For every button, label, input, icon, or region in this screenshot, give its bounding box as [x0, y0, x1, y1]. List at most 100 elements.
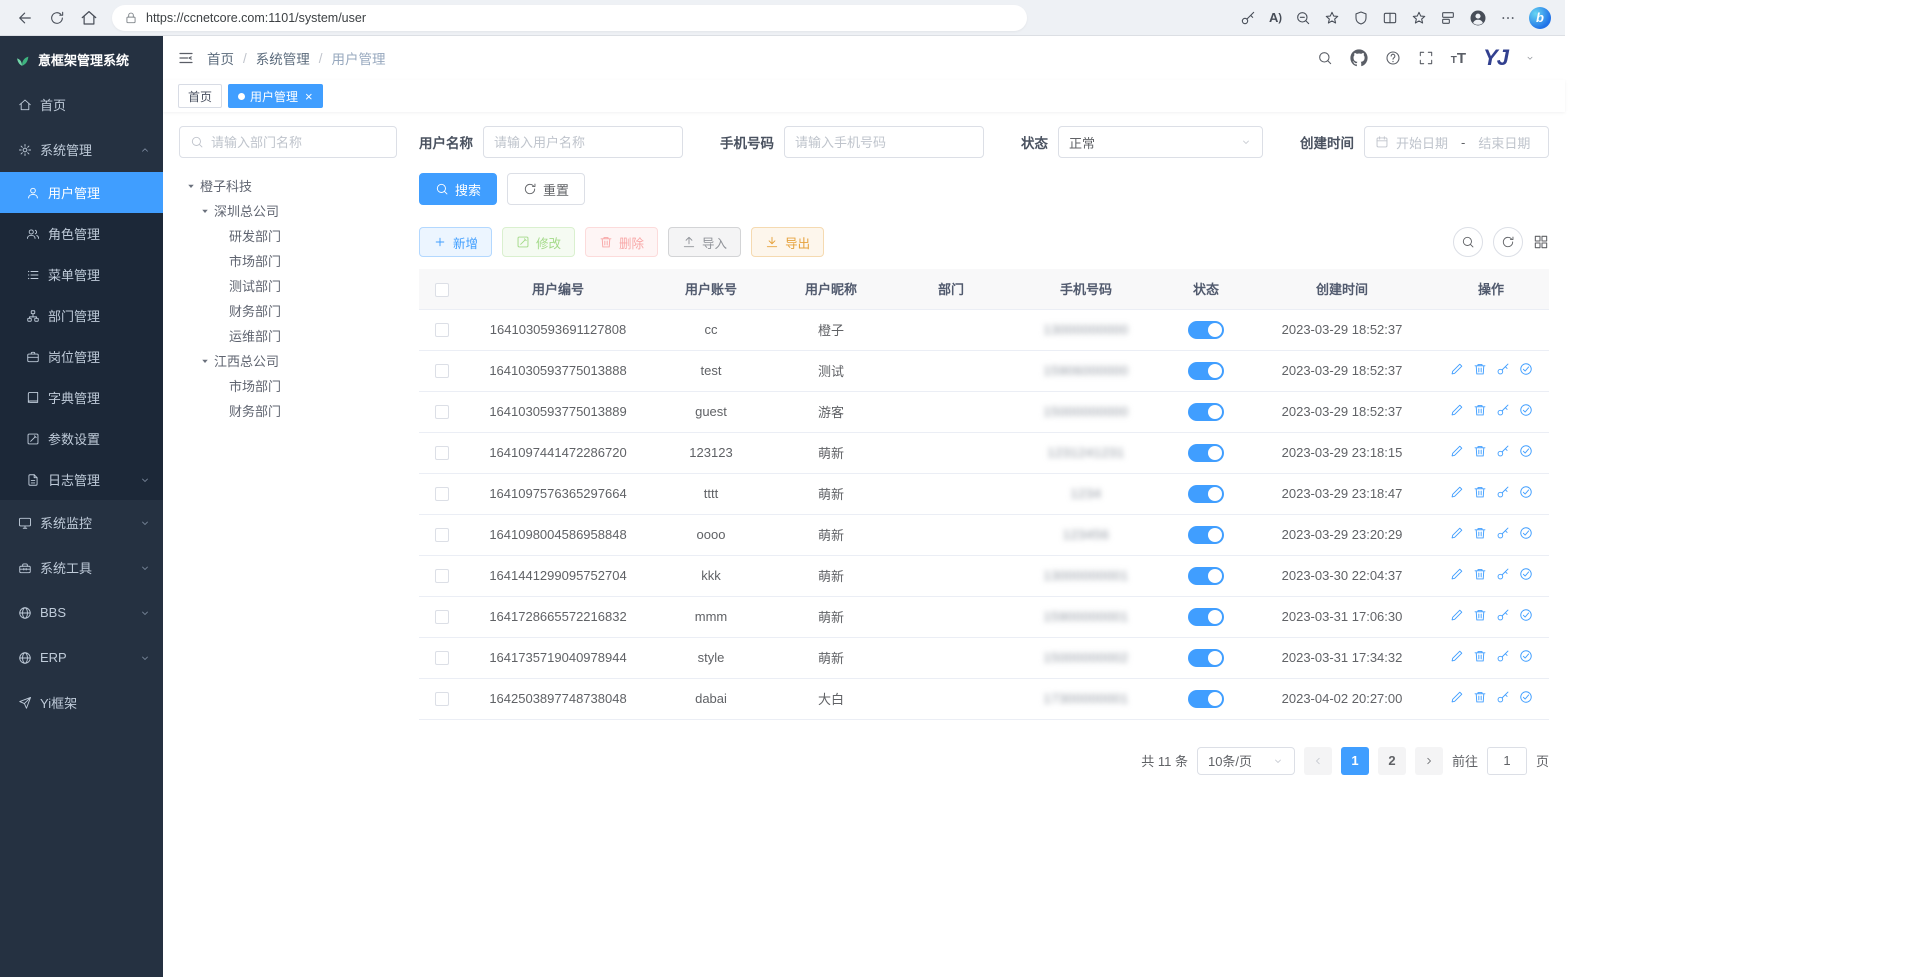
fullscreen-button[interactable]	[1418, 50, 1434, 66]
assign-role-button[interactable]	[1519, 403, 1533, 417]
assign-role-button[interactable]	[1519, 444, 1533, 458]
row-checkbox[interactable]	[435, 405, 449, 419]
delete-user-button[interactable]	[1473, 526, 1487, 540]
help-button[interactable]	[1385, 50, 1401, 66]
reset-password-button[interactable]	[1496, 649, 1510, 663]
tree-node[interactable]: 财务部门	[179, 398, 397, 423]
export-button[interactable]: 导出	[751, 227, 824, 257]
assign-role-button[interactable]	[1519, 362, 1533, 376]
date-range-picker[interactable]: 开始日期 - 结束日期	[1364, 126, 1549, 158]
edit-user-button[interactable]	[1450, 649, 1464, 663]
dept-search-input[interactable]	[211, 135, 386, 150]
status-toggle[interactable]	[1188, 485, 1224, 503]
select-all-checkbox[interactable]	[435, 283, 449, 297]
sidebar-item-system[interactable]: 系统管理	[0, 127, 163, 172]
edit-user-button[interactable]	[1450, 362, 1464, 376]
copilot-button[interactable]: b	[1529, 7, 1551, 29]
edit-user-button[interactable]	[1450, 403, 1464, 417]
reset-password-button[interactable]	[1496, 690, 1510, 704]
sidebar-item-log[interactable]: 日志管理	[0, 459, 163, 500]
delete-user-button[interactable]	[1473, 608, 1487, 622]
profile-button[interactable]	[1469, 9, 1487, 27]
collections-button[interactable]	[1440, 10, 1456, 26]
tree-node[interactable]: 研发部门	[179, 223, 397, 248]
edit-user-button[interactable]	[1450, 567, 1464, 581]
sidebar-item-config[interactable]: 参数设置	[0, 418, 163, 459]
user-avatar-logo[interactable]: YJ	[1483, 47, 1508, 69]
assign-role-button[interactable]	[1519, 608, 1533, 622]
search-button[interactable]: 搜索	[419, 173, 497, 205]
delete-user-button[interactable]: 删除	[585, 227, 658, 257]
import-button[interactable]: 导入	[668, 227, 741, 257]
browser-back-button[interactable]	[10, 4, 40, 32]
row-checkbox[interactable]	[435, 487, 449, 501]
address-bar[interactable]: https://ccnetcore.com:1101/system/user	[112, 5, 1027, 31]
refresh-table-button[interactable]	[1493, 227, 1523, 257]
delete-user-button[interactable]	[1473, 485, 1487, 499]
status-toggle[interactable]	[1188, 567, 1224, 585]
page-size-select[interactable]: 10条/页	[1197, 747, 1295, 775]
assign-role-button[interactable]	[1519, 526, 1533, 540]
assign-role-button[interactable]	[1519, 485, 1533, 499]
sidebar-item-dept[interactable]: 部门管理	[0, 295, 163, 336]
tab-user-mgmt[interactable]: 用户管理 ×	[228, 84, 323, 108]
tree-node[interactable]: 市场部门	[179, 373, 397, 398]
reset-password-button[interactable]	[1496, 526, 1510, 540]
tree-node[interactable]: 财务部门	[179, 298, 397, 323]
tree-node[interactable]: 深圳总公司	[179, 198, 397, 223]
edit-user-button[interactable]	[1450, 608, 1464, 622]
edit-user-button[interactable]	[1450, 444, 1464, 458]
reset-password-button[interactable]	[1496, 567, 1510, 581]
edit-user-button[interactable]: 修改	[502, 227, 575, 257]
reset-password-button[interactable]	[1496, 608, 1510, 622]
row-checkbox[interactable]	[435, 569, 449, 583]
sidebar-item-yi[interactable]: Yi框架	[0, 680, 163, 725]
status-select[interactable]: 正常	[1058, 126, 1263, 158]
delete-user-button[interactable]	[1473, 362, 1487, 376]
status-toggle[interactable]	[1188, 608, 1224, 626]
extensions-button[interactable]	[1353, 10, 1369, 26]
reset-password-button[interactable]	[1496, 362, 1510, 376]
next-page-button[interactable]	[1415, 747, 1443, 775]
add-user-button[interactable]: 新增	[419, 227, 492, 257]
status-toggle[interactable]	[1188, 444, 1224, 462]
close-tab-icon[interactable]: ×	[305, 89, 313, 104]
assign-role-button[interactable]	[1519, 649, 1533, 663]
split-screen-button[interactable]	[1382, 10, 1398, 26]
page-button-1[interactable]: 1	[1341, 747, 1369, 775]
status-toggle[interactable]	[1188, 403, 1224, 421]
column-settings-button[interactable]	[1533, 234, 1549, 250]
sidebar-item-user[interactable]: 用户管理	[0, 172, 163, 213]
phone-input[interactable]	[795, 135, 973, 150]
sidebar-item-role[interactable]: 角色管理	[0, 213, 163, 254]
breadcrumb-item-system[interactable]: 系统管理	[256, 48, 310, 68]
breadcrumb-item-home[interactable]: 首页	[207, 48, 234, 68]
status-toggle[interactable]	[1188, 362, 1224, 380]
sidebar-item-erp[interactable]: ERP	[0, 635, 163, 680]
username-input-box[interactable]	[483, 126, 683, 158]
assign-role-button[interactable]	[1519, 567, 1533, 581]
delete-user-button[interactable]	[1473, 444, 1487, 458]
edit-user-button[interactable]	[1450, 526, 1464, 540]
row-checkbox[interactable]	[435, 651, 449, 665]
delete-user-button[interactable]	[1473, 649, 1487, 663]
chevron-down-icon[interactable]	[1525, 53, 1535, 63]
read-aloud-button[interactable]: A)	[1269, 10, 1282, 25]
dept-search-box[interactable]	[179, 126, 397, 158]
goto-page-input[interactable]	[1487, 747, 1527, 775]
password-key-button[interactable]	[1240, 10, 1256, 26]
sidebar-item-monitor[interactable]: 系统监控	[0, 500, 163, 545]
reset-password-button[interactable]	[1496, 403, 1510, 417]
sidebar-item-bbs[interactable]: BBS	[0, 590, 163, 635]
phone-input-box[interactable]	[784, 126, 984, 158]
assign-role-button[interactable]	[1519, 690, 1533, 704]
tab-home[interactable]: 首页	[178, 84, 222, 108]
font-size-button[interactable]: TT	[1451, 51, 1466, 66]
delete-user-button[interactable]	[1473, 690, 1487, 704]
row-checkbox[interactable]	[435, 323, 449, 337]
row-checkbox[interactable]	[435, 364, 449, 378]
sidebar-item-post[interactable]: 岗位管理	[0, 336, 163, 377]
reset-button[interactable]: 重置	[507, 173, 585, 205]
favorites-bar-button[interactable]	[1411, 10, 1427, 26]
browser-refresh-button[interactable]	[42, 4, 72, 32]
